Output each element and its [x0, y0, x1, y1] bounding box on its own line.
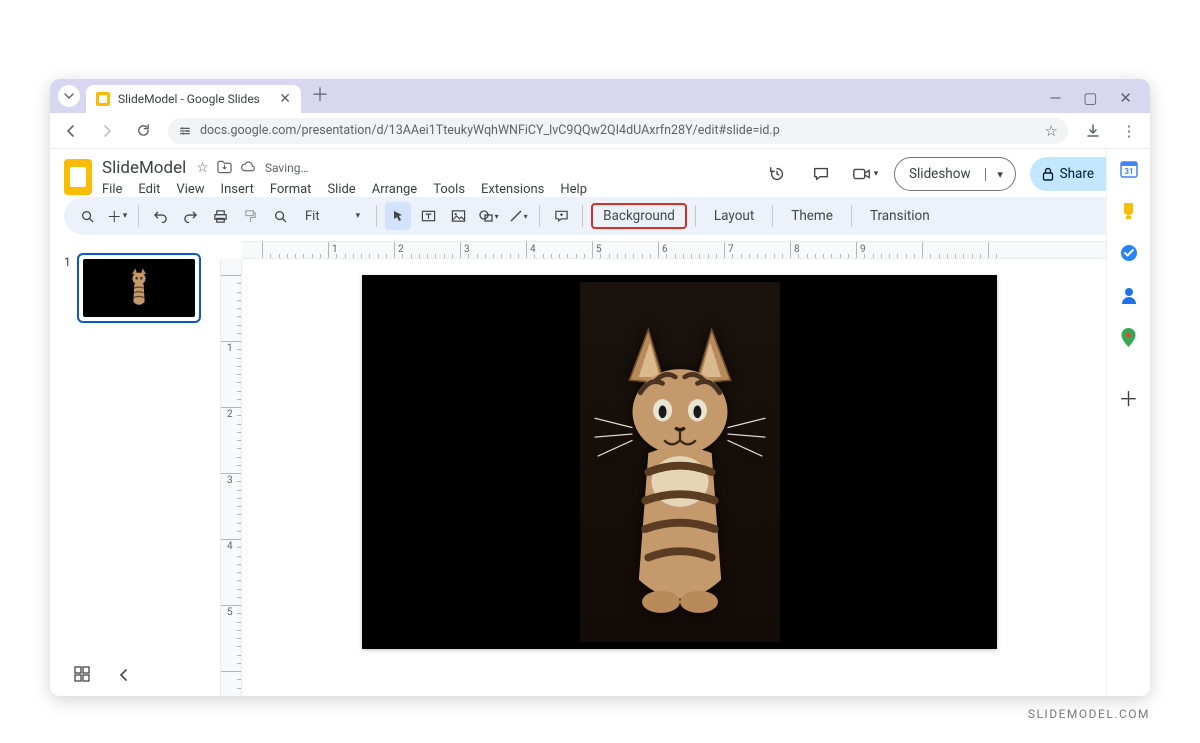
- keep-app-icon[interactable]: [1119, 201, 1139, 221]
- paint-format-icon[interactable]: [237, 202, 263, 230]
- window-maximize-icon[interactable]: ▢: [1083, 89, 1097, 107]
- new-tab-button[interactable]: ＋: [311, 81, 329, 107]
- share-label: Share: [1060, 166, 1094, 182]
- workspace: 1: [50, 241, 1150, 696]
- toolbar-divider: [851, 205, 852, 227]
- undo-icon[interactable]: [147, 202, 173, 230]
- toolbar: ＋▾ Fit▾ ▾ ▾ Background Layout: [64, 197, 1136, 235]
- comments-icon[interactable]: [806, 159, 836, 189]
- slideshow-label: Slideshow: [895, 166, 985, 182]
- star-doc-icon[interactable]: ☆: [196, 160, 209, 176]
- slides-favicon-icon: [96, 92, 110, 106]
- horizontal-ruler: [242, 241, 1150, 259]
- redo-icon[interactable]: [177, 202, 203, 230]
- slide-background-image: [580, 282, 780, 642]
- watermark: SLIDEMODEL.COM: [1028, 707, 1150, 721]
- line-tool-icon[interactable]: ▾: [505, 202, 531, 230]
- downloads-icon[interactable]: [1082, 120, 1104, 142]
- prev-slide-icon[interactable]: [118, 668, 130, 682]
- tab-close-icon[interactable]: ✕: [279, 91, 291, 107]
- browser-toolbar: docs.google.com/presentation/d/13AAei1Tt…: [50, 113, 1150, 149]
- menu-insert[interactable]: Insert: [221, 182, 254, 197]
- slide-filmstrip[interactable]: 1: [50, 241, 220, 696]
- version-history-icon[interactable]: [762, 159, 792, 189]
- slide-thumbnail[interactable]: [77, 253, 201, 323]
- menu-file[interactable]: File: [102, 182, 122, 197]
- menu-edit[interactable]: Edit: [138, 182, 160, 197]
- print-icon[interactable]: [207, 202, 233, 230]
- menu-tools[interactable]: Tools: [433, 182, 465, 197]
- address-bar[interactable]: docs.google.com/presentation/d/13AAei1Tt…: [168, 118, 1068, 144]
- add-side-panel-icon[interactable]: ＋: [1119, 383, 1139, 412]
- select-tool-icon[interactable]: [385, 202, 411, 230]
- tasks-app-icon[interactable]: [1119, 243, 1139, 263]
- lock-icon: [1042, 167, 1054, 181]
- svg-text:31: 31: [1124, 167, 1133, 176]
- nav-reload-icon[interactable]: [132, 120, 154, 142]
- toolbar-divider: [582, 205, 583, 227]
- transition-button[interactable]: Transition: [860, 203, 940, 229]
- toolbar-divider: [539, 205, 540, 227]
- contacts-app-icon[interactable]: [1119, 285, 1139, 305]
- search-menus-icon[interactable]: [74, 202, 100, 230]
- theme-button[interactable]: Theme: [781, 203, 843, 229]
- doc-title[interactable]: SlideModel: [102, 158, 186, 178]
- zoom-label: Fit: [305, 209, 320, 224]
- toolbar-divider: [376, 205, 377, 227]
- browser-tab-strip: SlideModel - Google Slides ✕ ＋ — ▢ ✕: [50, 79, 1150, 113]
- textbox-tool-icon[interactable]: [415, 202, 441, 230]
- menu-help[interactable]: Help: [560, 182, 587, 197]
- slide-canvas[interactable]: [242, 259, 1150, 696]
- doc-header: SlideModel ☆ Saving… File Edit: [50, 149, 1150, 197]
- layout-button[interactable]: Layout: [704, 203, 764, 229]
- cloud-status-icon[interactable]: [240, 160, 255, 176]
- background-button[interactable]: Background: [591, 203, 687, 229]
- tab-title: SlideModel - Google Slides: [118, 92, 271, 106]
- toolbar-divider: [772, 205, 773, 227]
- move-doc-icon[interactable]: [217, 160, 232, 176]
- nav-back-icon[interactable]: [60, 120, 82, 142]
- cat-thumb-image: [125, 263, 153, 313]
- window-close-icon[interactable]: ✕: [1119, 89, 1132, 107]
- window-minimize-icon[interactable]: —: [1050, 89, 1062, 107]
- maps-app-icon[interactable]: [1119, 327, 1139, 347]
- saving-status: Saving…: [265, 161, 309, 175]
- menu-slide[interactable]: Slide: [327, 182, 355, 197]
- new-slide-icon[interactable]: ＋▾: [104, 202, 130, 230]
- zoom-select[interactable]: Fit▾: [297, 202, 368, 230]
- menu-bar: File Edit View Insert Format Slide Arran…: [102, 182, 587, 197]
- menu-format[interactable]: Format: [270, 182, 312, 197]
- slides-logo-icon[interactable]: [64, 159, 92, 195]
- menu-extensions[interactable]: Extensions: [481, 182, 544, 197]
- url-text: docs.google.com/presentation/d/13AAei1Tt…: [200, 123, 780, 138]
- canvas-area: [220, 241, 1150, 696]
- bookmark-star-icon[interactable]: ☆: [1045, 122, 1058, 140]
- side-panel-rail: 31 ＋: [1106, 149, 1150, 696]
- menu-arrange[interactable]: Arrange: [372, 182, 417, 197]
- slide-number: 1: [64, 253, 71, 323]
- slideshow-button[interactable]: Slideshow ▾: [894, 157, 1016, 191]
- comment-tool-icon[interactable]: [548, 202, 574, 230]
- toolbar-divider: [138, 205, 139, 227]
- toolbar-divider: [695, 205, 696, 227]
- image-tool-icon[interactable]: [445, 202, 471, 230]
- calendar-app-icon[interactable]: 31: [1119, 159, 1139, 179]
- meet-icon[interactable]: ▾: [850, 159, 880, 189]
- grid-view-icon[interactable]: [74, 666, 90, 682]
- slideshow-dropdown-icon[interactable]: ▾: [985, 168, 1015, 181]
- menu-view[interactable]: View: [176, 182, 204, 197]
- site-settings-icon[interactable]: [178, 124, 192, 138]
- nav-forward-icon[interactable]: [96, 120, 118, 142]
- slide[interactable]: [362, 275, 997, 649]
- shape-tool-icon[interactable]: ▾: [475, 202, 501, 230]
- tab-search-button[interactable]: [58, 85, 80, 107]
- cat-image: [585, 302, 775, 642]
- vertical-ruler: [220, 259, 242, 696]
- zoom-icon[interactable]: [267, 202, 293, 230]
- browser-menu-icon[interactable]: ⋮: [1118, 120, 1140, 142]
- browser-tab[interactable]: SlideModel - Google Slides ✕: [86, 85, 301, 113]
